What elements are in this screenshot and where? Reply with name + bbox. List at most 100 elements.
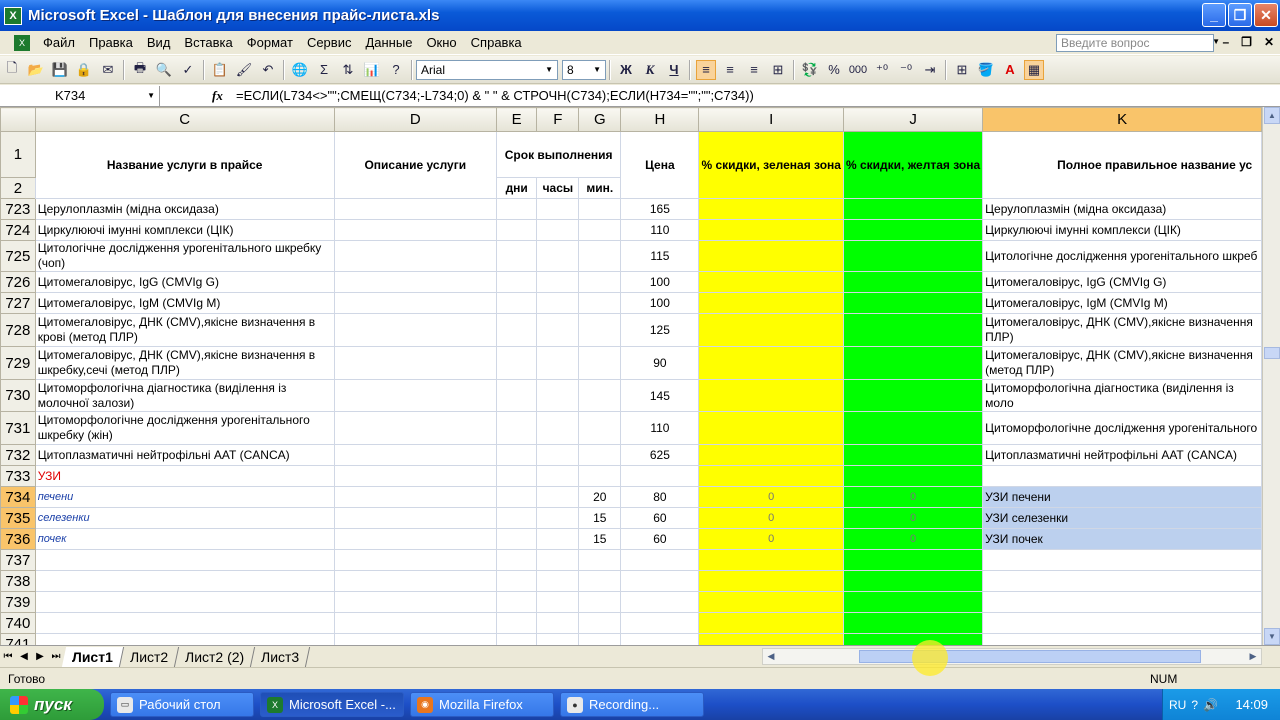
cell-minutes[interactable] (578, 240, 622, 272)
cell-discount-yellow[interactable] (842, 612, 984, 634)
cell-description[interactable] (333, 486, 497, 508)
cell-minutes[interactable] (578, 219, 622, 241)
chevron-down-icon[interactable]: ▼ (147, 91, 155, 100)
cell-discount-yellow[interactable] (842, 379, 984, 412)
spelling-icon[interactable]: ✓ (178, 60, 198, 80)
cell-days[interactable] (495, 570, 538, 592)
fill-color-icon[interactable]: 🪣 (976, 60, 996, 80)
row-header[interactable]: 739 (0, 591, 36, 613)
cell-hours[interactable] (536, 612, 580, 634)
cell-hours[interactable] (536, 633, 580, 645)
cell-minutes[interactable] (578, 411, 622, 445)
cell-hours[interactable] (536, 219, 580, 241)
thousands-button[interactable]: 000 (848, 60, 868, 80)
cell-days[interactable] (495, 549, 538, 571)
cell-full-name[interactable] (982, 633, 1262, 645)
chart-wizard-icon[interactable]: 📊 (362, 60, 382, 80)
cell-discount-yellow[interactable] (842, 271, 984, 293)
cell-price[interactable]: 115 (620, 240, 700, 272)
sheet-tab[interactable]: Лист1 (61, 646, 124, 667)
cell-service-name[interactable]: Цитоморфологічне дослідження урогеніталь… (34, 411, 335, 445)
cell-discount-yellow[interactable] (842, 292, 984, 314)
cell-price[interactable]: 145 (620, 379, 700, 412)
header-duration[interactable]: Срок выполнения (495, 131, 622, 178)
prev-sheet-icon[interactable]: ◀ (16, 651, 32, 662)
open-icon[interactable]: 📂 (26, 60, 46, 80)
bold-button[interactable]: Ж (616, 60, 636, 80)
cell-price[interactable] (620, 549, 700, 571)
select-all-corner[interactable] (0, 107, 36, 132)
cell-description[interactable] (333, 292, 497, 314)
row-header[interactable]: 725 (0, 240, 36, 272)
cell-discount-green[interactable]: 0 (698, 486, 844, 508)
row-header[interactable]: 724 (0, 219, 36, 241)
name-box[interactable]: K734 ▼ (0, 85, 160, 106)
print-preview-icon[interactable]: 🔍 (154, 60, 174, 80)
cell-days[interactable] (495, 240, 538, 272)
row-header[interactable]: 734 (0, 486, 36, 508)
cell-full-name[interactable]: Цитоморфологічне дослідження урогеніталь… (982, 411, 1262, 445)
cell-discount-green[interactable] (698, 465, 844, 487)
cell-hours[interactable] (536, 570, 580, 592)
cell-discount-yellow[interactable] (842, 633, 984, 645)
sheet-tab[interactable]: Лист2 (2) (174, 646, 256, 667)
cell-minutes[interactable] (578, 271, 622, 293)
cell-discount-yellow[interactable] (842, 465, 984, 487)
cell-minutes[interactable]: 15 (578, 507, 622, 529)
cell-service-name[interactable] (34, 549, 335, 571)
sort-ascending-icon[interactable]: ⇅ (338, 60, 358, 80)
formula-input[interactable]: =ЕСЛИ(L734<>"";СМЕЩ(C734;-L734;0) & " " … (230, 88, 754, 103)
cell-discount-green[interactable] (698, 444, 844, 466)
cell-description[interactable] (333, 219, 497, 241)
scroll-thumb[interactable] (859, 650, 1201, 663)
header-discount-yellow[interactable]: % скидки, желтая зона (842, 131, 984, 199)
cell-price[interactable] (620, 633, 700, 645)
menu-tools[interactable]: Сервис (300, 35, 359, 50)
taskbar-item-firefox[interactable]: ◉ Mozilla Firefox (410, 692, 554, 717)
row-header[interactable]: 741 (0, 633, 36, 645)
align-right-icon[interactable]: ≡ (744, 60, 764, 80)
column-header[interactable]: I (698, 107, 844, 132)
restore-button[interactable]: ❐ (1228, 3, 1252, 27)
autosum-icon[interactable]: Σ (314, 60, 334, 80)
cell-price[interactable]: 100 (620, 292, 700, 314)
decrease-decimal-icon[interactable]: ⁻⁰ (896, 60, 916, 80)
cell-hours[interactable] (536, 271, 580, 293)
cell-days[interactable] (495, 219, 538, 241)
cell-hours[interactable] (536, 528, 580, 550)
cell-description[interactable] (333, 271, 497, 293)
cell-discount-yellow[interactable] (842, 240, 984, 272)
language-indicator[interactable]: RU (1169, 698, 1186, 712)
cell-price[interactable]: 165 (620, 198, 700, 220)
undo-icon[interactable]: ↶ (258, 60, 278, 80)
cell-discount-green[interactable] (698, 346, 844, 380)
cell-description[interactable] (333, 612, 497, 634)
ask-question-input[interactable]: Введите вопрос (1056, 34, 1214, 52)
header-price[interactable]: Цена (620, 131, 700, 199)
cell-discount-yellow[interactable] (842, 198, 984, 220)
cell-price[interactable]: 110 (620, 219, 700, 241)
cell-price[interactable]: 100 (620, 271, 700, 293)
column-header[interactable]: E (495, 107, 538, 132)
cell-service-name[interactable]: Цитоморфологічна діагностика (виділення … (34, 379, 335, 412)
cell-hours[interactable] (536, 198, 580, 220)
increase-decimal-icon[interactable]: ⁺⁰ (872, 60, 892, 80)
cell-full-name[interactable]: Церулоплазмін (мідна оксидаза) (982, 198, 1262, 220)
menu-format[interactable]: Формат (240, 35, 300, 50)
cell-hours[interactable] (536, 346, 580, 380)
cell-minutes[interactable] (578, 633, 622, 645)
cell-description[interactable] (333, 198, 497, 220)
cell-days[interactable] (495, 612, 538, 634)
cell-description[interactable] (333, 633, 497, 645)
cell-days[interactable] (495, 507, 538, 529)
cell-minutes[interactable]: 15 (578, 528, 622, 550)
cell-service-name[interactable]: Циркулюючі імунні комплекси (ЦІК) (34, 219, 335, 241)
cell-full-name[interactable] (982, 612, 1262, 634)
cell-price[interactable]: 90 (620, 346, 700, 380)
cell-discount-yellow[interactable] (842, 346, 984, 380)
cell-discount-green[interactable] (698, 411, 844, 445)
cell-service-name[interactable]: Цитомегаловірус, ДНК (CMV),якісне визнач… (34, 346, 335, 380)
cell-discount-green[interactable] (698, 591, 844, 613)
align-center-icon[interactable]: ≡ (720, 60, 740, 80)
cell-service-name[interactable]: УЗИ (34, 465, 335, 487)
